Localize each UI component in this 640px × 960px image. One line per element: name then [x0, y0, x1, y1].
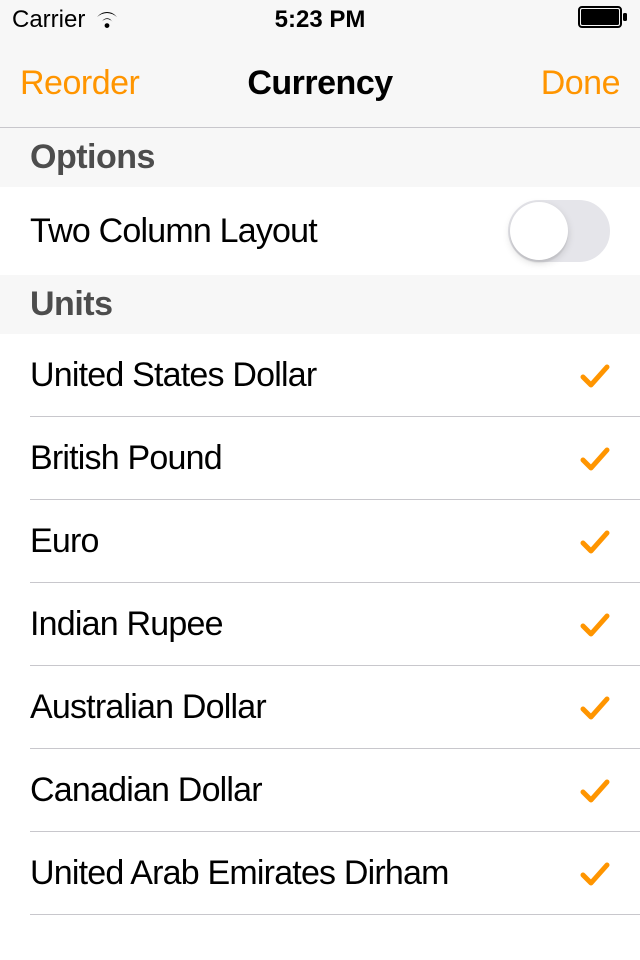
two-column-row: Two Column Layout [0, 187, 640, 275]
status-left: Carrier [12, 6, 121, 34]
unit-label: Australian Dollar [30, 688, 266, 727]
checkmark-icon [580, 529, 610, 555]
unit-row[interactable]: Australian Dollar [0, 666, 640, 749]
unit-label: Euro [30, 522, 99, 561]
checkmark-icon [580, 695, 610, 721]
unit-label: United Arab Emirates Dirham [30, 854, 449, 893]
switch-knob [510, 202, 568, 260]
unit-row[interactable]: British Pound [0, 417, 640, 500]
section-header-options: Options [0, 128, 640, 187]
two-column-switch[interactable] [508, 200, 610, 262]
reorder-button[interactable]: Reorder [20, 64, 139, 103]
unit-label: United States Dollar [30, 356, 316, 395]
status-right [578, 6, 628, 35]
checkmark-icon [580, 778, 610, 804]
battery-icon [578, 6, 628, 28]
status-bar: Carrier 5:23 PM [0, 0, 640, 40]
unit-label: Canadian Dollar [30, 771, 262, 810]
unit-row[interactable]: Euro [0, 500, 640, 583]
unit-label: British Pound [30, 439, 222, 478]
nav-bar: Reorder Currency Done [0, 40, 640, 128]
status-time: 5:23 PM [275, 6, 366, 34]
done-button[interactable]: Done [541, 64, 620, 103]
checkmark-icon [580, 446, 610, 472]
checkmark-icon [580, 363, 610, 389]
checkmark-icon [580, 861, 610, 887]
carrier-label: Carrier [12, 6, 85, 34]
unit-row[interactable]: United States Dollar [0, 334, 640, 417]
page-title: Currency [247, 64, 392, 103]
unit-row[interactable]: Canadian Dollar [0, 749, 640, 832]
unit-row[interactable]: United Arab Emirates Dirham [0, 832, 640, 915]
two-column-label: Two Column Layout [30, 212, 317, 251]
unit-row[interactable]: Indian Rupee [0, 583, 640, 666]
wifi-icon [93, 10, 121, 30]
unit-label: Indian Rupee [30, 605, 223, 644]
checkmark-icon [580, 612, 610, 638]
section-header-units: Units [0, 275, 640, 334]
